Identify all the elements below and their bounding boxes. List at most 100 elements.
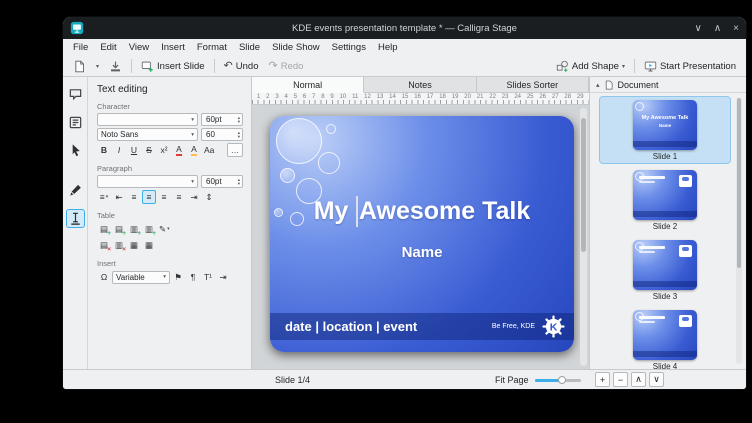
bold-button[interactable]: B <box>97 143 111 157</box>
maximize-button[interactable]: ∧ <box>714 23 721 34</box>
align-right-button[interactable]: ≡ <box>157 190 171 204</box>
spinner-arrows-icon[interactable]: ▴▾ <box>238 178 240 185</box>
add-shape-button[interactable]: Add Shape ▾ <box>551 57 630 75</box>
spinner-arrows-icon[interactable]: ▴▾ <box>238 116 240 123</box>
justify-button[interactable]: ≡ <box>172 190 186 204</box>
slide-footer-text[interactable]: date | location | event <box>270 319 492 334</box>
align-center-button[interactable]: ≡ <box>142 190 156 204</box>
list-style-button[interactable]: ≡▾ <box>97 190 111 204</box>
undo-button[interactable]: ↶ Undo <box>219 57 264 75</box>
slide-credit-text: Be Free, KDE <box>492 323 535 330</box>
zoom-slider-handle[interactable] <box>558 376 566 384</box>
split-cells-button[interactable]: ▦ <box>142 238 156 252</box>
open-recent-dropdown-button[interactable]: ▾ <box>91 57 104 75</box>
slide-footer-bar[interactable]: date | location | event Be Free, KDE <box>270 313 574 340</box>
insert-special-character-button[interactable]: Ω <box>97 270 111 284</box>
variable-combo[interactable]: Variable▾ <box>112 271 170 284</box>
next-slide-button[interactable]: ∨ <box>649 372 664 387</box>
menu-insert[interactable]: Insert <box>155 40 191 55</box>
character-style-size-spinner[interactable]: 60pt ▴▾ <box>201 113 243 126</box>
insert-column-left-button[interactable]: ▥+ <box>127 222 141 236</box>
paragraph-section-label: Paragraph <box>97 164 243 173</box>
menu-file[interactable]: File <box>67 40 94 55</box>
character-style-combo[interactable]: ▾ <box>97 113 198 126</box>
insert-bookmark-button[interactable]: ⚑ <box>171 270 185 284</box>
previous-slide-button[interactable]: ∧ <box>631 372 646 387</box>
insert-column-right-button[interactable]: ▥+ <box>142 222 156 236</box>
change-case-button[interactable]: Aa <box>202 143 216 157</box>
insert-row-above-button[interactable]: ▤+ <box>97 222 111 236</box>
more-character-options-button[interactable]: … <box>227 143 243 157</box>
strikethrough-button[interactable]: S <box>142 143 156 157</box>
zoom-out-slide-panel-button[interactable]: − <box>613 372 628 387</box>
selection-tool-button[interactable] <box>66 141 85 160</box>
menu-help[interactable]: Help <box>372 40 404 55</box>
menu-settings[interactable]: Settings <box>326 40 372 55</box>
insert-slide-button[interactable]: Insert Slide <box>136 57 210 75</box>
delete-column-button[interactable]: ▥× <box>112 238 126 252</box>
start-presentation-button[interactable]: Start Presentation <box>639 57 741 75</box>
line-spacing-button[interactable]: ⇕ <box>202 190 216 204</box>
document-panel-header[interactable]: ▴ Document <box>590 77 746 93</box>
align-left-button[interactable]: ≡ <box>127 190 141 204</box>
zoom-in-slide-panel-button[interactable]: + <box>595 372 610 387</box>
merge-cells-button[interactable]: ▦ <box>127 238 141 252</box>
superscript-subscript-button[interactable]: x² <box>157 143 171 157</box>
text-frame-tool-button[interactable] <box>66 113 85 132</box>
window-title: KDE events presentation template * — Cal… <box>123 23 686 34</box>
menu-slide[interactable]: Slide <box>233 40 266 55</box>
font-family-combo[interactable]: Noto Sans▾ <box>97 128 198 141</box>
slide-thumbnail-4[interactable]: Slide 4 <box>600 307 730 369</box>
menu-edit[interactable]: Edit <box>94 40 122 55</box>
zoom-mode-label[interactable]: Fit Page <box>495 375 529 385</box>
menu-format[interactable]: Format <box>191 40 233 55</box>
path-editing-tool-button[interactable] <box>66 181 85 200</box>
canvas-vertical-scrollbar[interactable] <box>580 108 587 366</box>
slide-subtitle-textbox[interactable]: Name <box>270 244 574 261</box>
panel-vertical-scrollbar[interactable] <box>736 98 742 364</box>
chevron-up-icon[interactable]: ▴ <box>596 81 600 89</box>
interaction-tool-button[interactable] <box>66 85 85 104</box>
document-panel-title: Document <box>618 80 659 90</box>
menu-view[interactable]: View <box>123 40 155 55</box>
insert-footnote-button[interactable]: T¹ <box>201 270 215 284</box>
paragraph-size-spinner[interactable]: 60pt ▴▾ <box>201 175 243 188</box>
insert-comment-button[interactable]: ¶ <box>186 270 200 284</box>
text-editing-tool-button[interactable] <box>66 209 85 228</box>
titlebar[interactable]: KDE events presentation template * — Cal… <box>63 17 746 39</box>
text-color-button[interactable]: A <box>172 143 186 157</box>
spinner-arrows-icon[interactable]: ▴▾ <box>238 131 240 138</box>
slide-title-textbox[interactable]: My Awesome Talk <box>270 196 574 227</box>
save-button[interactable] <box>104 57 127 75</box>
italic-button[interactable]: I <box>112 143 126 157</box>
tab-normal[interactable]: Normal <box>252 77 364 93</box>
new-document-button[interactable] <box>68 57 91 75</box>
table-border-pen-button[interactable]: ✎▾ <box>157 222 172 236</box>
minimize-button[interactable]: ∨ <box>695 23 702 34</box>
scrollbar-thumb[interactable] <box>737 98 741 268</box>
decrease-indent-button[interactable]: ⇤ <box>112 190 126 204</box>
slide-editing-area[interactable]: My Awesome Talk Name date | location | e… <box>270 116 574 352</box>
tab-notes[interactable]: Notes <box>364 77 476 92</box>
paragraph-format-buttons: ≡▾⇤≡≡≡≡⇥⇕ <box>97 190 243 204</box>
menubar: FileEditViewInsertFormatSlideSlide ShowS… <box>63 39 746 56</box>
increase-indent-button[interactable]: ⇥ <box>187 190 201 204</box>
slide-thumbnail-3[interactable]: Slide 3 <box>600 237 730 303</box>
highlight-color-button[interactable]: A <box>187 143 201 157</box>
slide-thumbnail-1[interactable]: My Awesome TalkNameSlide 1 <box>600 97 730 163</box>
font-size-spinner[interactable]: 60 ▴▾ <box>201 128 243 141</box>
redo-button[interactable]: ↷ Redo <box>263 57 308 75</box>
slide-canvas[interactable]: My Awesome Talk Name date | location | e… <box>252 105 589 369</box>
zoom-slider[interactable] <box>535 379 581 382</box>
horizontal-ruler[interactable]: 1234567891011121314151617181920212223242… <box>252 93 589 105</box>
tab-slides-sorter[interactable]: Slides Sorter <box>477 77 589 92</box>
delete-row-button[interactable]: ▤× <box>97 238 111 252</box>
slide-thumbnail-2[interactable]: Slide 2 <box>600 167 730 233</box>
close-button[interactable]: × <box>733 23 739 34</box>
insert-tab-button[interactable]: ⇥ <box>216 270 230 284</box>
paragraph-style-combo[interactable]: ▾ <box>97 175 198 188</box>
underline-button[interactable]: U <box>127 143 141 157</box>
menu-slide-show[interactable]: Slide Show <box>266 40 326 55</box>
scrollbar-thumb[interactable] <box>581 118 586 252</box>
insert-row-below-button[interactable]: ▤+ <box>112 222 126 236</box>
